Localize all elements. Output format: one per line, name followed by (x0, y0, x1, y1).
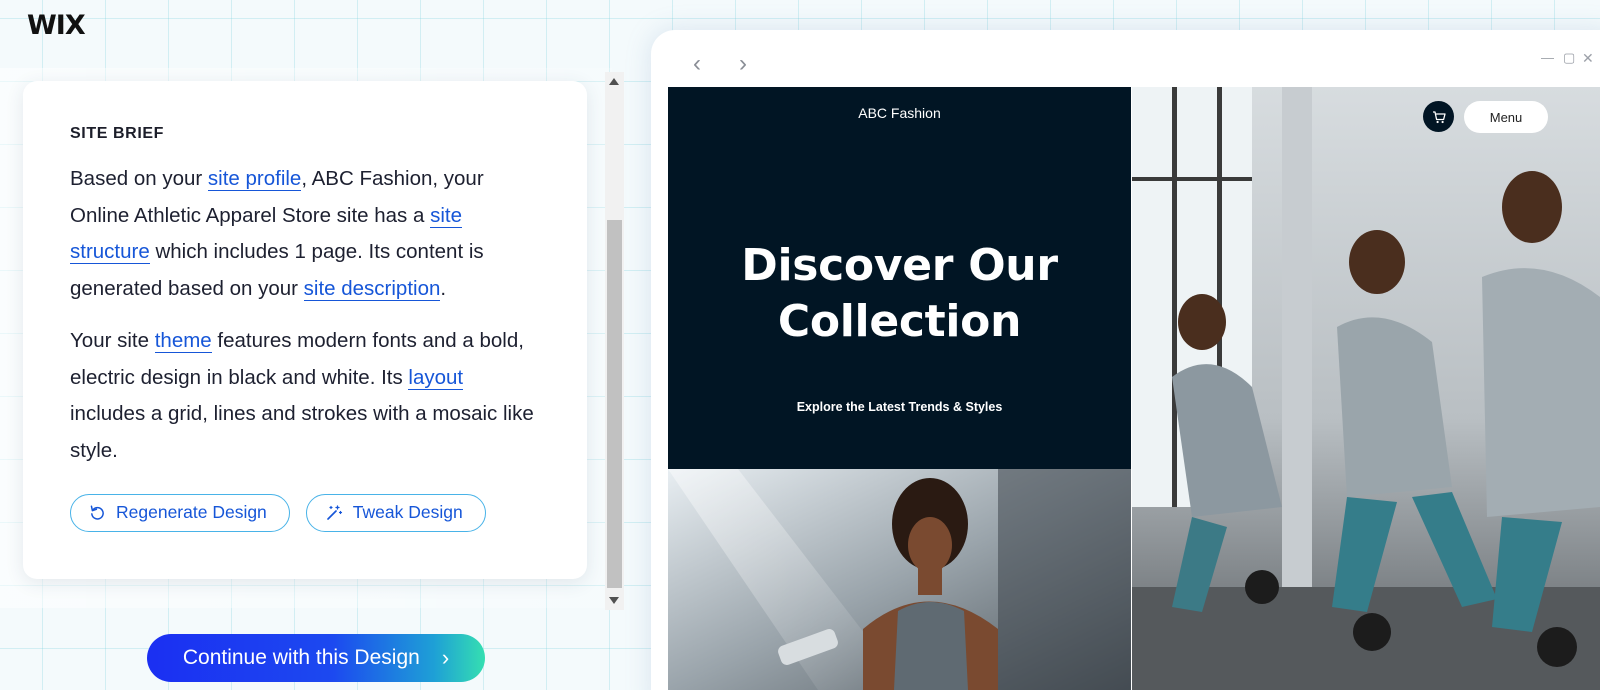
group-workout-photo (1132, 87, 1600, 690)
hero-section: ABC Fashion Discover Our Collection Expl… (668, 87, 1131, 469)
hero-subtitle: Explore the Latest Trends & Styles (796, 400, 1003, 414)
magic-wand-icon (325, 504, 343, 522)
chevron-right-icon: › (441, 645, 450, 670)
hero-heading: Discover Our Collection (668, 238, 1131, 350)
chevron-left-icon[interactable]: ‹ (693, 50, 701, 78)
close-icon[interactable]: ✕ (1582, 50, 1594, 67)
brief-text: Based on your (70, 167, 208, 190)
site-brief-card: SITE BRIEF Based on your site profile, A… (23, 81, 587, 579)
brief-text: . (440, 277, 447, 301)
scroll-up-arrow-icon[interactable] (609, 78, 619, 85)
refresh-icon (89, 504, 106, 521)
continue-label: Continue with this Design (182, 646, 420, 669)
athlete-photo (668, 469, 1131, 690)
maximize-icon[interactable]: ▢ (1563, 50, 1575, 66)
site-brand-name[interactable]: ABC Fashion (668, 105, 1131, 121)
tweak-design-button[interactable]: Tweak Design (305, 493, 486, 532)
minimize-icon[interactable]: — (1541, 50, 1554, 65)
regenerate-design-button[interactable]: Regenerate Design (70, 493, 290, 532)
site-description-link[interactable]: site description (303, 277, 441, 302)
theme-link[interactable]: theme (154, 328, 212, 353)
brief-actions: Regenerate Design Tweak Design (70, 493, 541, 532)
brief-text: includes a grid, lines and strokes with … (70, 402, 534, 462)
site-brief-paragraph-2: Your site theme features modern fonts an… (70, 323, 541, 470)
tweak-design-label: Tweak Design (352, 502, 463, 523)
continue-with-design-button[interactable]: Continue with this Design › (147, 634, 485, 682)
chevron-right-icon[interactable]: › (739, 50, 747, 78)
hero-heading-line: Collection (777, 296, 1022, 347)
wix-logo: WIX (27, 10, 86, 41)
hero-heading-line: Discover Our (741, 240, 1058, 291)
layout-link[interactable]: layout (408, 365, 464, 390)
brief-scrollbar[interactable] (605, 72, 624, 610)
site-brief-paragraph-1: Based on your site profile, ABC Fashion,… (70, 161, 541, 308)
menu-button[interactable]: Menu (1464, 101, 1548, 133)
cart-icon[interactable] (1423, 101, 1454, 132)
scroll-thumb[interactable] (607, 220, 622, 588)
regenerate-design-label: Regenerate Design (116, 502, 267, 523)
site-brief-title: SITE BRIEF (70, 125, 165, 142)
scroll-down-arrow-icon[interactable] (609, 597, 619, 604)
brief-text: Your site (70, 328, 155, 352)
site-profile-link[interactable]: site profile (207, 167, 302, 191)
